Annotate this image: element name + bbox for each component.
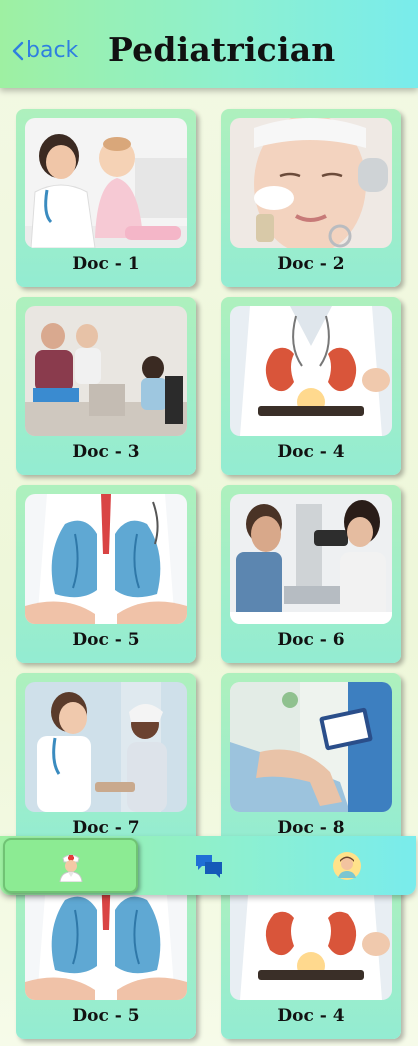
doctor-label: Doc - 8 [277,818,345,838]
doctor-photo-family-consultation [25,306,187,436]
nurse-icon [58,854,83,882]
chevron-left-icon [12,41,24,60]
doctor-label: Doc - 1 [72,254,140,274]
doctor-photo-with-baby [25,118,187,248]
patient-icon [333,851,361,880]
doctor-label: Doc - 5 [72,1006,140,1026]
doctor-label: Doc - 6 [277,630,345,650]
back-label: back [26,38,79,63]
doctor-card[interactable]: Doc - 3 [16,297,196,475]
doctor-label: Doc - 4 [277,442,345,462]
tab-chat[interactable] [140,836,278,895]
doctor-label: Doc - 3 [72,442,140,462]
chat-icon [196,854,222,878]
doctor-card[interactable]: Doc - 5 [16,485,196,663]
doctor-photo-lungs-illustration [25,494,187,624]
doctor-label: Doc - 7 [72,818,140,838]
doctor-card[interactable]: Doc - 8 [221,673,401,851]
doctor-label: Doc - 4 [277,1006,345,1026]
doctor-card[interactable]: Doc - 4 [221,297,401,475]
tab-profile[interactable] [278,836,416,895]
doctor-photo-kidney-hologram [230,306,392,436]
doctor-photo-with-child [25,682,187,812]
bottom-tab-bar [0,836,416,895]
doctor-label: Doc - 2 [277,254,345,274]
doctor-card[interactable]: Doc - 7 [16,673,196,851]
doctor-label: Doc - 5 [72,630,140,650]
doctor-photo-eye-examination [230,494,392,624]
doctor-card[interactable]: Doc - 6 [221,485,401,663]
tab-doctors[interactable] [3,838,138,893]
doctor-photo-knee-examination [230,682,392,812]
doctor-card[interactable]: Doc - 2 [221,109,401,287]
back-button[interactable]: back [12,38,78,63]
app-header: back Pediatrician [0,0,418,88]
doctor-card[interactable]: Doc - 1 [16,109,196,287]
page-title: Pediatrician [108,30,336,69]
doctor-photo-facial-treatment [230,118,392,248]
